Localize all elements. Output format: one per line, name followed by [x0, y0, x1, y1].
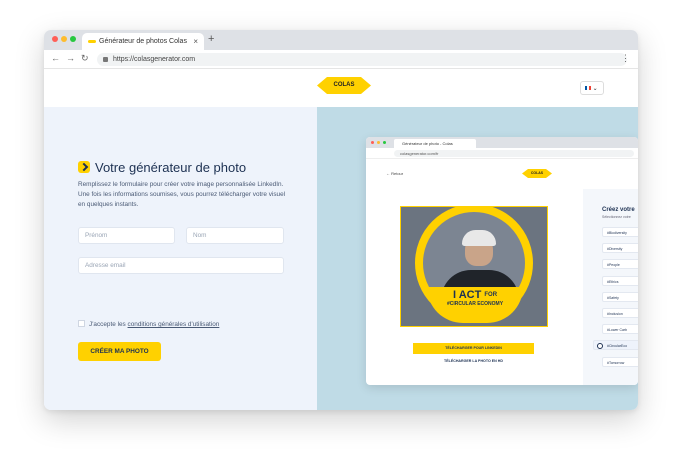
close-tab-icon[interactable]: ×: [193, 37, 198, 46]
preview-url: colasgenerator.com/fr: [394, 150, 634, 157]
maximize-window-dot[interactable]: [70, 36, 76, 42]
preview-logo: COLAS: [522, 169, 552, 178]
hashtag-pill: #People: [602, 259, 638, 270]
preview-browser: Générateur de photo - Colas colasgenerat…: [366, 137, 638, 385]
colas-logo[interactable]: COLAS: [317, 77, 371, 94]
forward-icon[interactable]: →: [66, 53, 75, 63]
preview-minimize-dot: [377, 141, 380, 144]
preview-maximize-dot: [383, 141, 386, 144]
close-window-dot[interactable]: [52, 36, 58, 42]
banner-hashtag: #CIRCULAR ECONOMY: [446, 301, 504, 307]
browser-menu-icon[interactable]: ⋮: [621, 53, 630, 64]
address-bar: ← → ↻ https://colasgenerator.com ⋮: [44, 50, 638, 69]
banner-headline: I ACT FOR: [427, 289, 523, 301]
firstname-input[interactable]: Prénom: [78, 227, 175, 244]
create-photo-button[interactable]: CRÉER MA PHOTO: [78, 342, 161, 361]
hashtag-pill: #Biodiversity: [602, 227, 638, 237]
hard-hat-icon: [462, 230, 496, 246]
url-field[interactable]: https://colasgenerator.com: [97, 53, 627, 66]
colas-favicon-icon: [88, 40, 96, 43]
act-banner: I ACT FOR #CIRCULAR ECONOMY: [427, 287, 523, 323]
hashtag-pill: #Diversity: [602, 243, 638, 254]
sidebar-title: Créez votre: [602, 207, 635, 213]
new-tab-icon[interactable]: +: [208, 33, 214, 45]
french-flag-icon: [585, 86, 591, 90]
checkbox-icon[interactable]: [78, 320, 85, 327]
url-text: https://colasgenerator.com: [113, 56, 196, 63]
preview-tab-bar: Générateur de photo - Colas: [366, 137, 638, 148]
sidebar-subtitle: Sélectionnez votre: [602, 215, 631, 219]
hashtag-pill: #Inclusion: [602, 308, 638, 318]
banner-act: ACT: [458, 289, 482, 301]
form-panel: Votre générateur de photo Remplissez le …: [44, 107, 317, 410]
preview-close-dot: [371, 141, 374, 144]
preview-logo-text: COLAS: [530, 171, 544, 175]
email-input[interactable]: Adresse email: [78, 257, 284, 274]
generated-photo: I ACT FOR #CIRCULAR ECONOMY: [400, 206, 548, 327]
arrow-right-icon: [78, 161, 90, 173]
terms-checkbox[interactable]: J'accepte les conditions générales d'uti…: [78, 320, 219, 328]
lastname-input[interactable]: Nom: [186, 227, 284, 244]
reload-icon[interactable]: ↻: [81, 53, 89, 64]
chevron-down-icon: ⌄: [592, 86, 598, 92]
hashtag-pill: #Safety: [602, 291, 638, 302]
minimize-window-dot[interactable]: [61, 36, 67, 42]
preview-back-link: ← Retour: [386, 171, 404, 176]
form-description: Remplissez le formulaire pour créer votr…: [78, 181, 286, 208]
hashtag-sidebar: Créez votre Sélectionnez votre #Biodiver…: [583, 189, 638, 385]
download-linkedin-button: TÉLÉCHARGER POUR LINKEDIN: [413, 343, 534, 354]
page-title: Votre générateur de photo: [78, 160, 246, 175]
logo-text: COLAS: [333, 82, 355, 88]
language-selector[interactable]: ⌄: [580, 81, 604, 95]
back-icon[interactable]: ←: [51, 53, 60, 63]
browser-tab[interactable]: Générateur de photos Colas ×: [82, 33, 204, 50]
download-hd-link: TÉLÉCHARGER LA PHOTO EN HD: [444, 359, 503, 363]
terms-link[interactable]: conditions générales d'utilisation: [128, 321, 220, 328]
lock-icon: [103, 57, 108, 62]
hashtag-pill: #CircularEco: [593, 340, 638, 351]
tab-bar: Générateur de photos Colas × +: [44, 30, 638, 50]
hashtag-pill: #Lower Carb: [602, 324, 638, 335]
banner-for: FOR: [484, 292, 498, 298]
preview-tab-title: Générateur de photo - Colas: [394, 139, 476, 148]
hashtag-pill: #Ethics: [602, 275, 638, 286]
browser-window: Générateur de photos Colas × + ← → ↻ htt…: [44, 30, 638, 410]
page-title-text: Votre générateur de photo: [95, 160, 247, 175]
preview-panel: Générateur de photo - Colas colasgenerat…: [317, 107, 638, 410]
terms-label: J'accepte les: [89, 321, 128, 328]
hashtag-pill: #Tomorrow: [602, 356, 638, 367]
preview-address-bar: colasgenerator.com/fr: [366, 148, 638, 159]
tab-title: Générateur de photos Colas: [99, 38, 187, 45]
site-header: COLAS ⌄: [44, 69, 638, 107]
banner-i: I: [452, 289, 457, 301]
